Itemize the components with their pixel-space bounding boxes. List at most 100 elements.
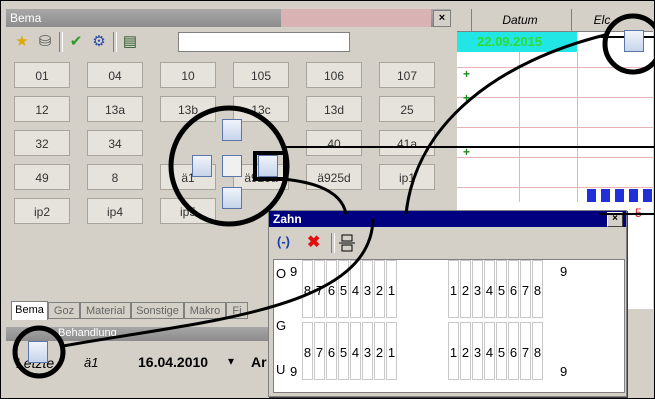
sheet-icon[interactable]: ▤ (120, 32, 140, 52)
column-elc[interactable]: Elc (571, 9, 632, 31)
bema-title-bar: Bema × (6, 9, 451, 27)
delete-icon[interactable]: ✖ (307, 232, 320, 252)
split-icon[interactable] (339, 234, 355, 252)
code-button[interactable]: 8 (87, 164, 143, 190)
code-button[interactable]: 12 (14, 96, 70, 122)
code-button[interactable]: 13d (306, 96, 362, 122)
tooth-cell-lower[interactable]: 1 (386, 322, 397, 380)
tooth-cell-upper[interactable]: 1 (448, 260, 459, 318)
arrow-down-icon[interactable] (222, 187, 242, 209)
tooth-nine-lower-left[interactable]: 9 (290, 364, 297, 379)
tooth-cell-lower[interactable]: 2 (374, 322, 385, 380)
arrow-up-icon[interactable] (624, 30, 644, 52)
tooth-nine-lower-right[interactable]: 9 (560, 364, 567, 379)
star-icon[interactable]: ★ (12, 32, 32, 52)
code-button[interactable]: ip2 (14, 198, 70, 224)
code-button[interactable]: 107 (379, 62, 435, 88)
tooth-nine-upper-right[interactable]: 9 (560, 264, 567, 279)
tooth-cell-lower[interactable]: 5 (496, 322, 507, 380)
code-button[interactable]: ip5 (160, 198, 216, 224)
last-date[interactable]: 16.04.2010 (138, 354, 208, 370)
code-button[interactable]: 49 (14, 164, 70, 190)
tooth-cell-upper[interactable]: 7 (520, 260, 531, 318)
tooth-nine-upper-left[interactable]: 9 (290, 264, 297, 279)
tooth-cell-upper[interactable]: 5 (496, 260, 507, 318)
tooth-cell-lower[interactable]: 4 (350, 322, 361, 380)
code-button[interactable]: 106 (306, 62, 362, 88)
grid-line (457, 187, 653, 188)
search-input[interactable] (178, 32, 350, 52)
tooth-cell-upper[interactable]: 2 (374, 260, 385, 318)
tab-bema[interactable]: Bema (11, 301, 48, 320)
tooth-cell-lower[interactable]: 5 (338, 322, 349, 380)
tooth-cell-lower[interactable]: 4 (484, 322, 495, 380)
tab-fi[interactable]: Fi (226, 302, 248, 319)
code-button[interactable]: 01 (14, 62, 70, 88)
appointment-block[interactable] (587, 189, 596, 202)
appointment-block[interactable] (601, 189, 610, 202)
tooth-cell-lower[interactable]: 8 (532, 322, 543, 380)
tab-sonstige[interactable]: Sonstige (131, 302, 184, 319)
code-button[interactable]: 13a (87, 96, 143, 122)
code-button[interactable]: ä925d (306, 164, 362, 190)
date-dropdown-icon[interactable]: ▾ (228, 354, 234, 368)
tooth-number: 5 (497, 345, 506, 360)
tooth-cell-lower[interactable]: 6 (508, 322, 519, 380)
arrow-left-icon[interactable] (28, 341, 48, 363)
tooth-cell-upper[interactable]: 7 (314, 260, 325, 318)
tooth-cell-upper[interactable]: 4 (350, 260, 361, 318)
check-icon[interactable]: ✔ (66, 32, 86, 52)
arrow-left-icon[interactable] (192, 155, 212, 177)
tooth-cell-lower[interactable]: 1 (448, 322, 459, 380)
tooth-number: 4 (485, 345, 494, 360)
tooth-cell-upper[interactable]: 8 (532, 260, 543, 318)
tooth-cell-upper[interactable]: 6 (508, 260, 519, 318)
arrow-up-icon[interactable] (222, 119, 242, 141)
tab-goz[interactable]: Goz (48, 302, 80, 319)
gears-icon[interactable]: ⚙ (89, 32, 109, 52)
tooth-icon[interactable]: ⛁ (35, 32, 55, 52)
tooth-cell-lower[interactable]: 8 (302, 322, 313, 380)
tooth-cell-lower[interactable]: 7 (314, 322, 325, 380)
code-button[interactable]: 34 (87, 130, 143, 156)
arrow-right-icon[interactable] (258, 155, 278, 177)
selected-date-row[interactable]: 22.09.2015 (457, 32, 577, 52)
tooth-cell-upper[interactable]: 3 (472, 260, 483, 318)
code-button[interactable]: 10 (160, 62, 216, 88)
tab-makro[interactable]: Makro (184, 302, 226, 319)
tooth-cell-upper[interactable]: 1 (386, 260, 397, 318)
tooth-cell-upper[interactable]: 4 (484, 260, 495, 318)
tooth-cell-lower[interactable]: 2 (460, 322, 471, 380)
center-icon[interactable] (222, 155, 242, 177)
tooth-number: 8 (533, 345, 542, 360)
tooth-cell-upper[interactable]: 2 (460, 260, 471, 318)
tooth-cell-upper[interactable]: 3 (362, 260, 373, 318)
tooth-cell-upper[interactable]: 8 (302, 260, 313, 318)
tooth-number: 3 (473, 283, 482, 298)
code-button[interactable]: 41a (379, 130, 435, 156)
tooth-number: 2 (375, 345, 384, 360)
tooth-cell-lower[interactable]: 6 (326, 322, 337, 380)
tooth-number: 4 (485, 283, 494, 298)
tooth-cell-lower[interactable]: 7 (520, 322, 531, 380)
column-datum[interactable]: Datum (471, 9, 568, 31)
brackets-icon[interactable]: (-) (277, 234, 290, 249)
tooth-cell-upper[interactable]: 6 (326, 260, 337, 318)
tooth-cell-lower[interactable]: 3 (362, 322, 373, 380)
appointment-block[interactable] (615, 189, 624, 202)
code-button[interactable]: 13b (160, 96, 216, 122)
code-button[interactable]: ip1 (379, 164, 435, 190)
zahn-close-button[interactable]: × (607, 212, 623, 227)
tab-material[interactable]: Material (80, 302, 131, 319)
code-button[interactable]: 04 (87, 62, 143, 88)
appointment-block[interactable] (643, 189, 652, 202)
code-button[interactable]: ip4 (87, 198, 143, 224)
code-button[interactable]: 32 (14, 130, 70, 156)
appointment-block[interactable] (629, 189, 638, 202)
tooth-cell-lower[interactable]: 3 (472, 322, 483, 380)
bema-close-button[interactable]: × (433, 10, 451, 27)
code-button[interactable]: 25 (379, 96, 435, 122)
code-button[interactable]: 40 (306, 130, 362, 156)
code-button[interactable]: 105 (233, 62, 289, 88)
tooth-cell-upper[interactable]: 5 (338, 260, 349, 318)
